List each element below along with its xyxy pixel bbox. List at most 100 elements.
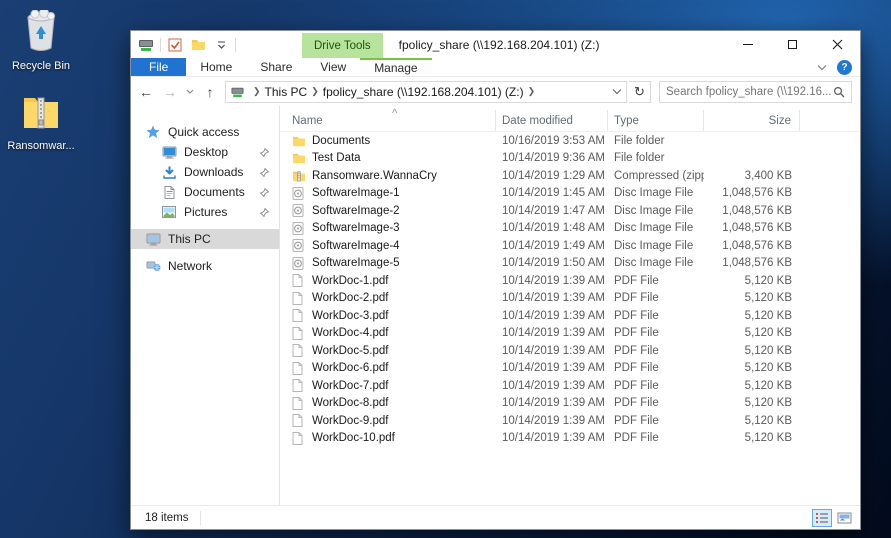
file-type: PDF File — [608, 327, 704, 339]
file-name: WorkDoc-10.pdf — [312, 432, 395, 444]
file-date-modified: 10/14/2019 1:39 AM — [496, 362, 608, 374]
file-row[interactable]: SoftwareImage-410/14/2019 1:49 AMDisc Im… — [280, 237, 860, 255]
expand-ribbon-chevron-icon[interactable] — [817, 64, 827, 71]
status-separator — [200, 511, 201, 525]
file-type: File folder — [608, 135, 704, 147]
sidebar-item-label: Desktop — [184, 145, 228, 159]
column-header-type[interactable]: Type — [608, 110, 704, 131]
maximize-button[interactable] — [770, 31, 815, 58]
pdf-icon — [292, 309, 306, 322]
file-row[interactable]: SoftwareImage-110/14/2019 1:45 AMDisc Im… — [280, 185, 860, 203]
search-input[interactable] — [666, 86, 833, 98]
file-row[interactable]: WorkDoc-4.pdf10/14/2019 1:39 AMPDF File5… — [280, 325, 860, 343]
file-name: Documents — [312, 135, 370, 147]
file-row[interactable]: SoftwareImage-310/14/2019 1:48 AMDisc Im… — [280, 220, 860, 238]
file-row[interactable]: WorkDoc-5.pdf10/14/2019 1:39 AMPDF File5… — [280, 342, 860, 360]
details-view-button[interactable] — [812, 509, 832, 527]
column-header-size[interactable]: Size — [704, 110, 800, 131]
column-headers: Name ^ Date modified Type Size — [280, 110, 860, 132]
window-controls — [725, 31, 860, 58]
window-title: fpolicy_share (\\192.168.204.101) (Z:) — [383, 31, 725, 58]
file-size: 5,120 KB — [704, 327, 800, 339]
file-type: Disc Image File — [608, 187, 704, 199]
drive-tools-contextual-tab[interactable]: Drive Tools — [302, 33, 383, 58]
file-row[interactable]: WorkDoc-9.pdf10/14/2019 1:39 AMPDF File5… — [280, 412, 860, 430]
help-icon[interactable]: ? — [837, 60, 852, 75]
sidebar-item-network[interactable]: Network — [131, 256, 279, 276]
large-icons-view-button[interactable] — [834, 509, 854, 527]
file-row[interactable]: WorkDoc-8.pdf10/14/2019 1:39 AMPDF File5… — [280, 395, 860, 413]
file-size: 1,048,576 KB — [704, 222, 800, 234]
pin-icon — [260, 206, 269, 220]
file-type: PDF File — [608, 415, 704, 427]
file-size: 1,048,576 KB — [704, 205, 800, 217]
sidebar-item-label: Network — [168, 259, 212, 273]
file-row[interactable]: WorkDoc-6.pdf10/14/2019 1:39 AMPDF File5… — [280, 360, 860, 378]
file-size: 1,048,576 KB — [704, 187, 800, 199]
sidebar-item-desktop[interactable]: Desktop — [131, 142, 279, 162]
desktop-icon-ransomware-zip[interactable]: Ransomwar... — [2, 92, 80, 152]
file-date-modified: 10/14/2019 1:39 AM — [496, 432, 608, 444]
column-header-date-modified[interactable]: Date modified — [496, 110, 608, 131]
breadcrumb-item-this-pc[interactable]: This PC — [265, 85, 308, 99]
tab-view[interactable]: View — [306, 58, 360, 76]
tab-file[interactable]: File — [131, 58, 186, 76]
forward-button[interactable]: → — [159, 81, 181, 103]
disc-icon — [292, 222, 306, 235]
file-date-modified: 10/14/2019 1:29 AM — [496, 170, 608, 182]
file-date-modified: 10/14/2019 1:39 AM — [496, 275, 608, 287]
pdf-icon — [292, 397, 306, 410]
file-type: PDF File — [608, 345, 704, 357]
sidebar-item-pictures[interactable]: Pictures — [131, 202, 279, 222]
minimize-icon — [743, 44, 753, 45]
file-row[interactable]: Test Data10/14/2019 9:36 AMFile folder — [280, 150, 860, 168]
file-row[interactable]: Documents10/16/2019 3:53 AMFile folder — [280, 132, 860, 150]
file-name: WorkDoc-5.pdf — [312, 345, 388, 357]
file-row[interactable]: Ransomware.WannaCry10/14/2019 1:29 AMCom… — [280, 167, 860, 185]
properties-checkbox-icon[interactable] — [166, 36, 184, 54]
recent-locations-chevron-icon[interactable] — [183, 81, 197, 103]
desktop-icon-recycle-bin[interactable]: Recycle Bin — [2, 10, 80, 72]
pin-icon — [260, 186, 269, 200]
file-size: 5,120 KB — [704, 380, 800, 392]
sidebar-item-documents[interactable]: Documents — [131, 182, 279, 202]
file-date-modified: 10/14/2019 1:39 AM — [496, 327, 608, 339]
ribbon-tab-row: FileHomeShareViewManage ? — [131, 58, 860, 77]
search-box[interactable] — [659, 81, 852, 103]
file-row[interactable]: WorkDoc-10.pdf 10/14/2019 1:39 AMPDF File… — [280, 430, 860, 448]
file-name: WorkDoc-7.pdf — [312, 380, 388, 392]
file-row[interactable]: WorkDoc-7.pdf10/14/2019 1:39 AMPDF File5… — [280, 377, 860, 395]
column-header-name[interactable]: Name ^ — [280, 110, 496, 131]
computer-icon — [145, 233, 161, 246]
file-type: PDF File — [608, 292, 704, 304]
sidebar-item-downloads[interactable]: Downloads — [131, 162, 279, 182]
folder-icon — [292, 152, 306, 164]
close-button[interactable] — [815, 31, 860, 58]
file-type: PDF File — [608, 432, 704, 444]
file-row[interactable]: SoftwareImage-210/14/2019 1:47 AMDisc Im… — [280, 202, 860, 220]
breadcrumb-item-fpolicy-share[interactable]: fpolicy_share (\\192.168.204.101) (Z:) — [323, 85, 524, 99]
file-type: Disc Image File — [608, 222, 704, 234]
new-folder-icon[interactable] — [189, 36, 207, 54]
tab-home[interactable]: Home — [186, 58, 246, 76]
refresh-button[interactable]: ↻ — [629, 81, 651, 103]
address-dropdown-chevron-icon[interactable] — [612, 88, 622, 95]
sidebar-item-this-pc[interactable]: This PC — [131, 229, 279, 249]
up-button[interactable]: ↑ — [199, 81, 221, 103]
sidebar-item-quick-access[interactable]: Quick access — [131, 122, 279, 142]
address-bar[interactable]: ❯ This PC ❯ fpolicy_share (\\192.168.204… — [225, 81, 627, 103]
tab-manage[interactable]: Manage — [360, 58, 431, 76]
file-row[interactable]: WorkDoc-3.pdf10/14/2019 1:39 AMPDF File5… — [280, 307, 860, 325]
pdf-icon — [292, 327, 306, 340]
minimize-button[interactable] — [725, 31, 770, 58]
tab-share[interactable]: Share — [246, 58, 306, 76]
customize-toolbar-chevron-icon[interactable] — [212, 36, 230, 54]
breadcrumb-separator: ❯ — [524, 86, 540, 97]
file-row[interactable]: SoftwareImage-510/14/2019 1:50 AMDisc Im… — [280, 255, 860, 273]
disc-icon — [292, 187, 306, 200]
back-button[interactable]: ← — [135, 81, 157, 103]
network-drive-icon — [137, 36, 155, 54]
file-type: PDF File — [608, 397, 704, 409]
file-row[interactable]: WorkDoc-2.pdf10/14/2019 1:39 AMPDF File5… — [280, 290, 860, 308]
file-row[interactable]: WorkDoc-1.pdf10/14/2019 1:39 AMPDF File5… — [280, 272, 860, 290]
